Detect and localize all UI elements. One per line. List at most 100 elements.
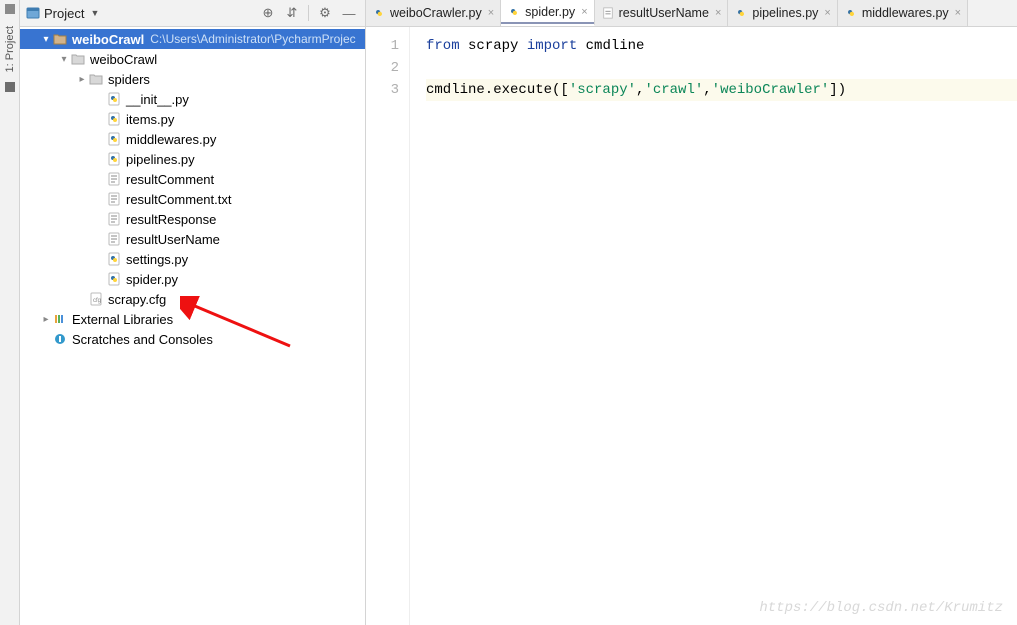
tree-item-label: settings.py bbox=[126, 252, 188, 267]
tab-weibocrawler[interactable]: weiboCrawler.py × bbox=[366, 0, 501, 26]
close-icon[interactable]: × bbox=[488, 7, 494, 19]
tab-resultusername[interactable]: resultUserName × bbox=[595, 0, 729, 26]
tree-scratches[interactable]: Scratches and Consoles bbox=[20, 329, 365, 349]
chevron-right-icon[interactable]: ▸ bbox=[76, 74, 88, 85]
folder-icon bbox=[88, 71, 104, 87]
tree-file-resultusername[interactable]: resultUserName bbox=[20, 229, 365, 249]
python-file-icon bbox=[106, 111, 122, 127]
scroll-from-source-button[interactable]: ⊕ bbox=[258, 3, 278, 23]
tree-file-scrapycfg[interactable]: cfg scrapy.cfg bbox=[20, 289, 365, 309]
project-view-icon bbox=[26, 6, 40, 20]
code-editor[interactable]: 1 2 3 from scrapy import cmdline cmdline… bbox=[366, 27, 1017, 625]
chevron-right-icon[interactable]: ▸ bbox=[40, 314, 52, 325]
code-line[interactable]: cmdline.execute(['scrapy','crawl','weibo… bbox=[426, 79, 1017, 101]
tree-item-label: spider.py bbox=[126, 272, 178, 287]
project-panel: Project ▼ ⊕ ⇵ ⚙ — ▾ weiboCrawl C:\Users\… bbox=[20, 0, 366, 625]
scratches-icon bbox=[52, 331, 68, 347]
tree-file-pipelines[interactable]: pipelines.py bbox=[20, 149, 365, 169]
tree-item-label: weiboCrawl bbox=[90, 52, 157, 67]
editor-area: weiboCrawler.py × spider.py × resultUser… bbox=[366, 0, 1017, 625]
tree-project-root[interactable]: ▾ weiboCrawl C:\Users\Administrator\Pych… bbox=[20, 29, 365, 49]
close-icon[interactable]: × bbox=[581, 6, 587, 18]
svg-text:cfg: cfg bbox=[93, 298, 101, 304]
tree-file-resultcomment-txt[interactable]: resultComment.txt bbox=[20, 189, 365, 209]
python-file-icon bbox=[106, 91, 122, 107]
rail-marker-icon bbox=[5, 4, 15, 14]
python-file-icon bbox=[106, 251, 122, 267]
rail-marker-icon bbox=[5, 82, 15, 92]
tree-item-label: weiboCrawl bbox=[72, 32, 144, 47]
folder-icon bbox=[52, 31, 68, 47]
tab-label: pipelines.py bbox=[752, 6, 818, 20]
tree-item-label: __init__.py bbox=[126, 92, 189, 107]
close-icon[interactable]: × bbox=[715, 7, 721, 19]
python-file-icon bbox=[734, 6, 748, 20]
tree-item-label: spiders bbox=[108, 72, 150, 87]
chevron-down-icon[interactable]: ▼ bbox=[90, 8, 99, 18]
libraries-icon bbox=[52, 311, 68, 327]
project-panel-header: Project ▼ ⊕ ⇵ ⚙ — bbox=[20, 0, 365, 27]
tab-spider[interactable]: spider.py × bbox=[501, 0, 594, 26]
tree-item-label: resultComment bbox=[126, 172, 214, 187]
tree-item-label: resultComment.txt bbox=[126, 192, 231, 207]
python-file-icon bbox=[106, 151, 122, 167]
close-icon[interactable]: × bbox=[955, 7, 961, 19]
tree-file-settings[interactable]: settings.py bbox=[20, 249, 365, 269]
tree-file-middlewares[interactable]: middlewares.py bbox=[20, 129, 365, 149]
editor-tabs[interactable]: weiboCrawler.py × spider.py × resultUser… bbox=[366, 0, 1017, 27]
project-tool-button[interactable]: 1: Project bbox=[4, 26, 16, 72]
project-tree[interactable]: ▾ weiboCrawl C:\Users\Administrator\Pych… bbox=[20, 27, 365, 625]
folder-icon bbox=[70, 51, 86, 67]
tree-external-libraries[interactable]: ▸ External Libraries bbox=[20, 309, 365, 329]
python-file-icon bbox=[372, 6, 386, 20]
tree-file-spider[interactable]: spider.py bbox=[20, 269, 365, 289]
tree-item-label: resultUserName bbox=[126, 232, 220, 247]
tree-item-label: Scratches and Consoles bbox=[72, 332, 213, 347]
tab-label: spider.py bbox=[525, 5, 575, 19]
python-file-icon bbox=[106, 131, 122, 147]
tree-item-label: pipelines.py bbox=[126, 152, 195, 167]
tab-label: middlewares.py bbox=[862, 6, 949, 20]
text-file-icon bbox=[106, 231, 122, 247]
collapse-all-button[interactable]: ⇵ bbox=[282, 3, 302, 23]
tree-file-init[interactable]: __init__.py bbox=[20, 89, 365, 109]
tree-file-items[interactable]: items.py bbox=[20, 109, 365, 129]
tree-file-resultcomment[interactable]: resultComment bbox=[20, 169, 365, 189]
tab-pipelines[interactable]: pipelines.py × bbox=[728, 0, 837, 26]
tree-item-label: items.py bbox=[126, 112, 174, 127]
tab-middlewares[interactable]: middlewares.py × bbox=[838, 0, 968, 26]
line-number: 1 bbox=[366, 35, 399, 57]
tool-window-rail[interactable]: 1: Project bbox=[0, 0, 20, 625]
tree-item-path: C:\Users\Administrator\PycharmProjec bbox=[150, 32, 355, 46]
python-file-icon bbox=[507, 5, 521, 19]
line-number: 3 bbox=[366, 79, 399, 101]
tree-folder-weibocrawl[interactable]: ▾ weiboCrawl bbox=[20, 49, 365, 69]
text-file-icon bbox=[106, 171, 122, 187]
text-file-icon bbox=[106, 211, 122, 227]
line-number: 2 bbox=[366, 57, 399, 79]
separator bbox=[308, 5, 309, 21]
python-file-icon bbox=[844, 6, 858, 20]
tree-file-resultresponse[interactable]: resultResponse bbox=[20, 209, 365, 229]
line-gutter: 1 2 3 bbox=[366, 27, 410, 625]
code-line[interactable]: from scrapy import cmdline bbox=[426, 35, 1017, 57]
chevron-down-icon[interactable]: ▾ bbox=[58, 54, 70, 65]
tab-label: weiboCrawler.py bbox=[390, 6, 482, 20]
tab-label: resultUserName bbox=[619, 6, 709, 20]
tree-item-label: middlewares.py bbox=[126, 132, 216, 147]
text-file-icon bbox=[601, 6, 615, 20]
tree-folder-spiders[interactable]: ▸ spiders bbox=[20, 69, 365, 89]
text-file-icon bbox=[106, 191, 122, 207]
tree-item-label: External Libraries bbox=[72, 312, 173, 327]
close-icon[interactable]: × bbox=[824, 7, 830, 19]
hide-panel-button[interactable]: — bbox=[339, 3, 359, 23]
config-file-icon: cfg bbox=[88, 291, 104, 307]
settings-gear-button[interactable]: ⚙ bbox=[315, 3, 335, 23]
chevron-down-icon[interactable]: ▾ bbox=[40, 34, 52, 45]
project-panel-title[interactable]: Project bbox=[44, 6, 84, 21]
code-content[interactable]: from scrapy import cmdline cmdline.execu… bbox=[410, 27, 1017, 625]
tree-item-label: resultResponse bbox=[126, 212, 216, 227]
tree-item-label: scrapy.cfg bbox=[108, 292, 166, 307]
python-file-icon bbox=[106, 271, 122, 287]
code-line[interactable] bbox=[426, 57, 1017, 79]
